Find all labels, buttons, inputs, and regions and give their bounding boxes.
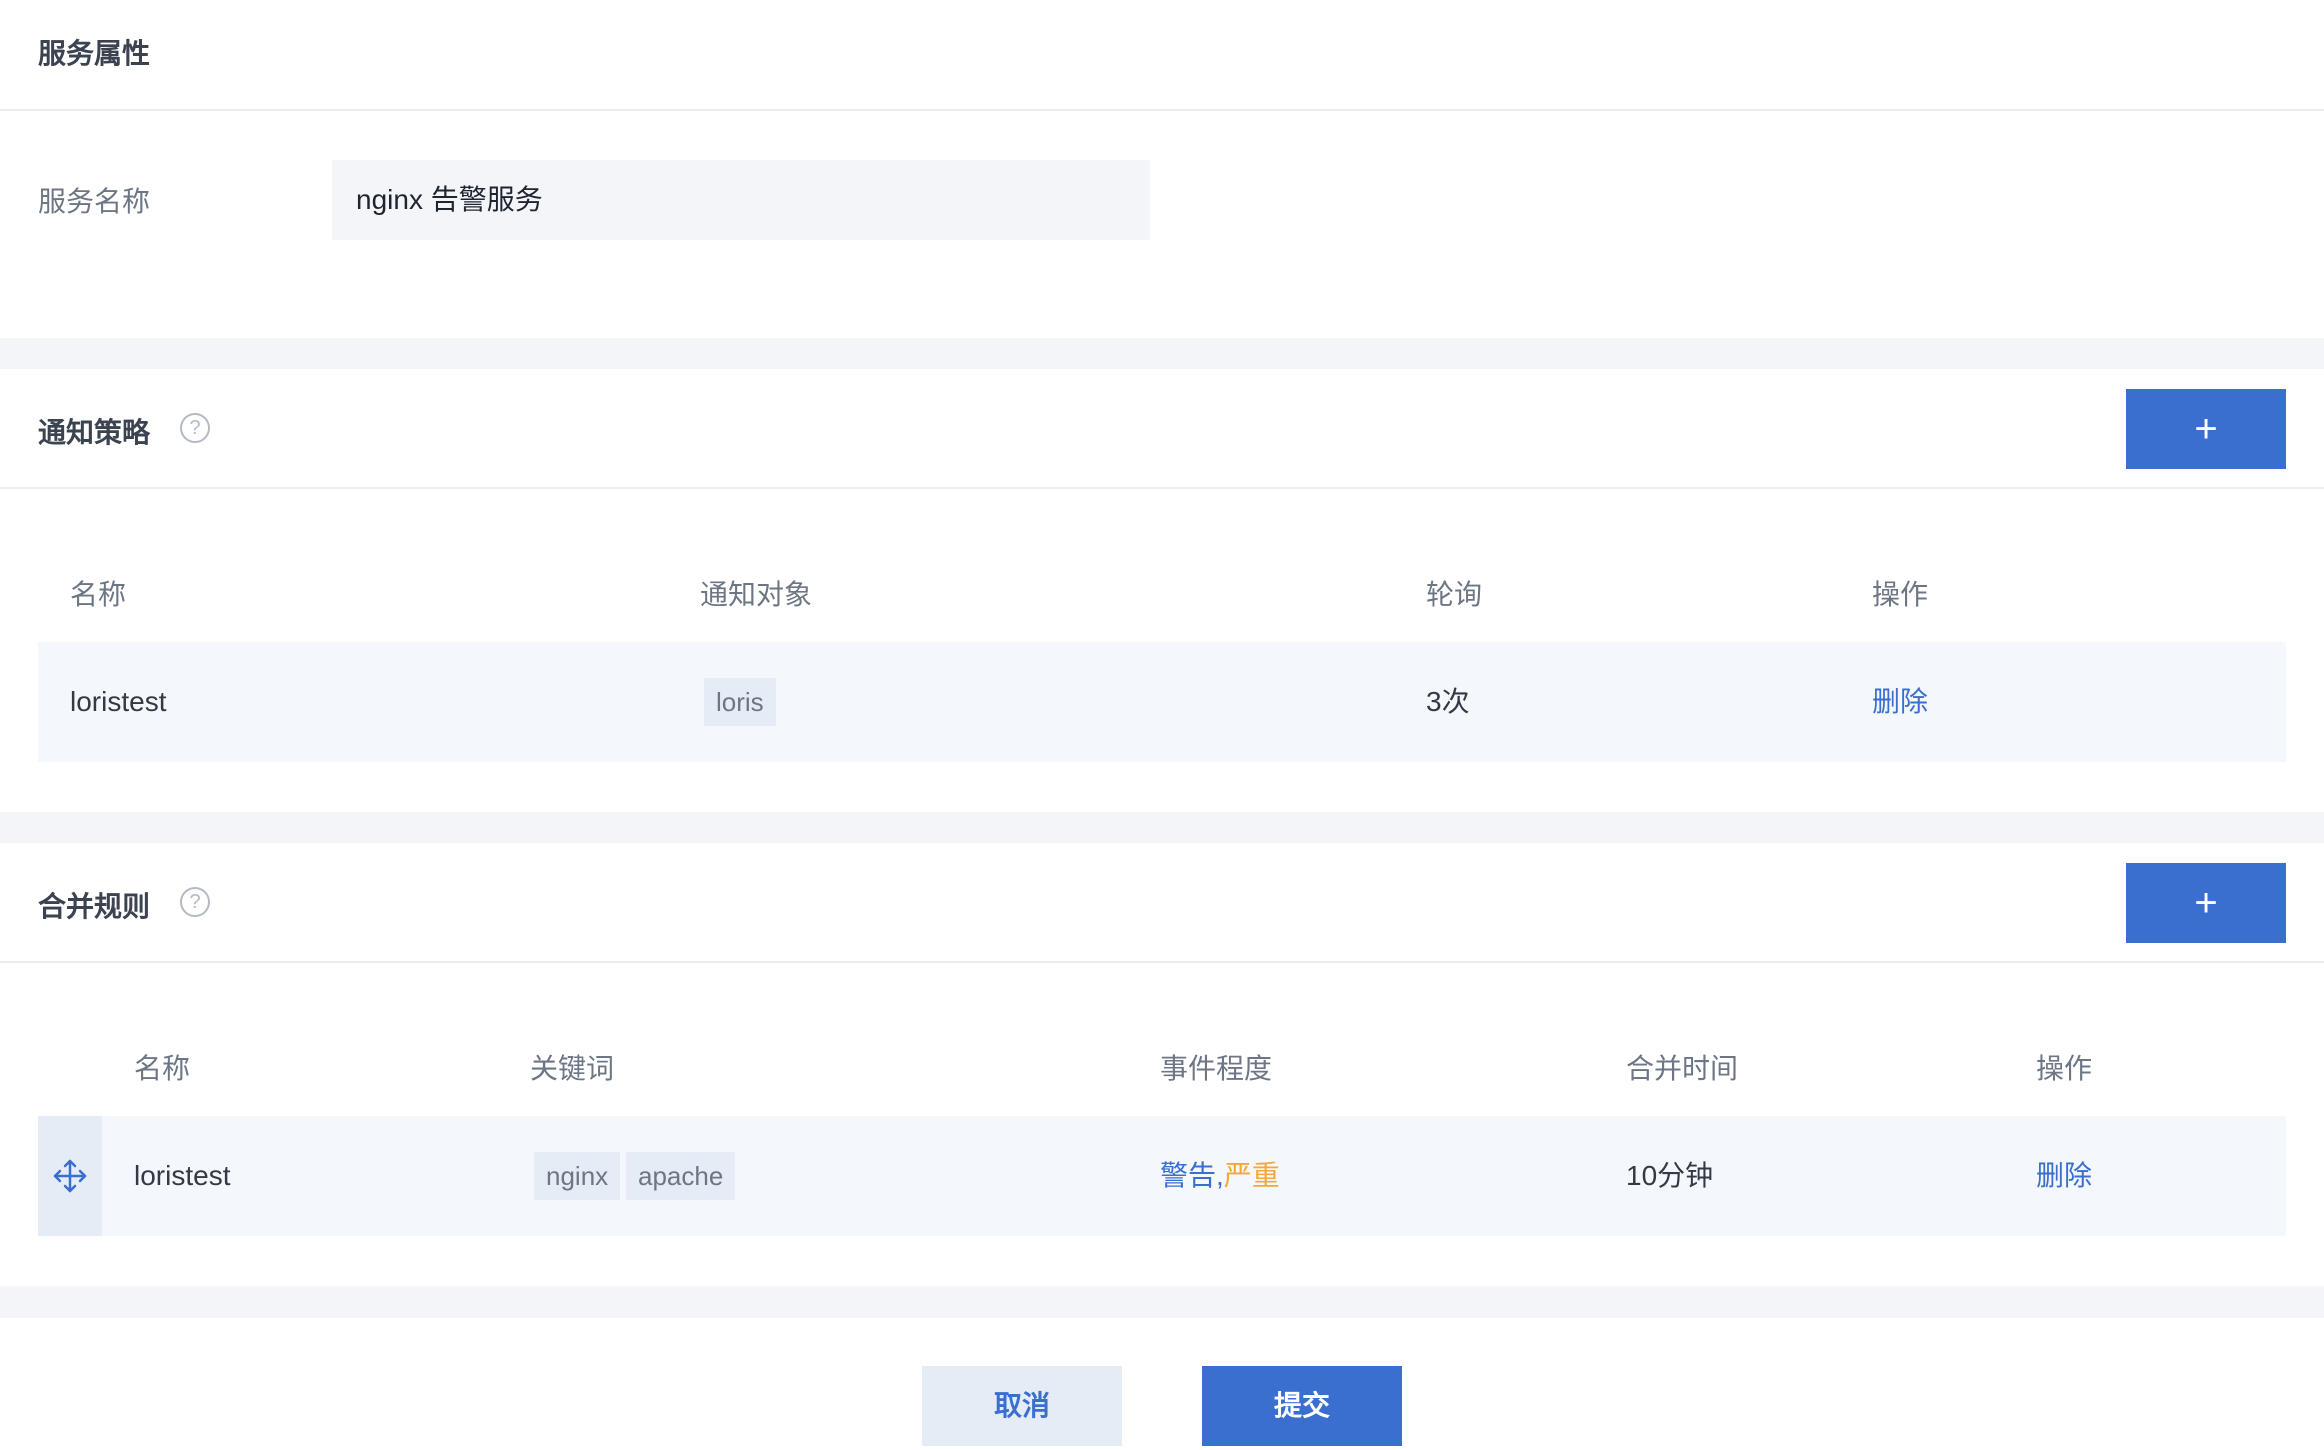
add-merge-button[interactable]: + (2126, 863, 2286, 943)
severity-separator: , (1216, 1160, 1224, 1191)
notify-target-tag: loris (704, 678, 776, 726)
notify-section: 通知策略 ? + 名称 通知对象 轮询 操作 loristest loris 3… (0, 369, 2324, 812)
merge-row-severity: 警告,严重 (1160, 1156, 1280, 1196)
notify-header-action: 操作 (1872, 579, 1929, 610)
keyword-tag: nginx (534, 1152, 621, 1200)
merge-header-keywords: 关键词 (530, 1053, 615, 1084)
table-row: loristest loris 3次 删除 (38, 642, 2286, 762)
cancel-button[interactable]: 取消 (922, 1366, 1122, 1446)
notify-header-target: 通知对象 (700, 579, 813, 610)
merge-header-action: 操作 (2036, 1053, 2093, 1084)
move-icon (53, 1159, 87, 1193)
merge-row-name: loristest (134, 1160, 231, 1191)
notify-row-name: loristest (70, 686, 167, 717)
keyword-tag: apache (626, 1152, 736, 1200)
service-section-header: 服务属性 (0, 0, 2324, 111)
add-notify-button[interactable]: + (2126, 389, 2286, 469)
submit-button[interactable]: 提交 (1202, 1366, 1402, 1446)
notify-header-polling: 轮询 (1426, 579, 1483, 610)
table-row: loristest nginx apache 警告,严重 10分钟 删除 (38, 1116, 2286, 1236)
form-footer: 取消 提交 (0, 1318, 2324, 1450)
merge-delete-link[interactable]: 删除 (2036, 1156, 2092, 1196)
drag-handle[interactable] (38, 1116, 102, 1236)
merge-section: 合并规则 ? + 名称 关键词 事件程度 合并时间 操作 loristest n… (0, 843, 2324, 1286)
merge-header-merge-time: 合并时间 (1626, 1053, 1739, 1084)
page: 服务属性 服务名称 通知策略 ? + 名称 通知对象 轮询 操作 loriste… (0, 0, 2324, 1450)
merge-row-merge-time: 10分钟 (1626, 1160, 1714, 1191)
merge-header-name: 名称 (134, 1053, 191, 1084)
notify-delete-link[interactable]: 删除 (1872, 682, 1928, 722)
notify-row-polling: 3次 (1426, 686, 1470, 717)
severity-warning: 警告 (1160, 1160, 1217, 1191)
service-name-input[interactable] (332, 160, 1150, 240)
service-section: 服务属性 服务名称 (0, 0, 2324, 338)
severity-critical: 严重 (1223, 1160, 1280, 1191)
notify-header-name: 名称 (70, 579, 127, 610)
merge-section-title: 合并规则 (38, 891, 151, 922)
notify-section-title: 通知策略 (38, 417, 151, 448)
merge-header-severity: 事件程度 (1160, 1053, 1273, 1084)
merge-help-icon[interactable]: ? (180, 887, 210, 917)
notify-help-icon[interactable]: ? (180, 413, 210, 443)
notify-section-header: 通知策略 ? + (0, 369, 2324, 489)
service-name-label: 服务名称 (38, 186, 151, 217)
merge-section-header: 合并规则 ? + (0, 843, 2324, 963)
service-section-title: 服务属性 (38, 38, 151, 69)
